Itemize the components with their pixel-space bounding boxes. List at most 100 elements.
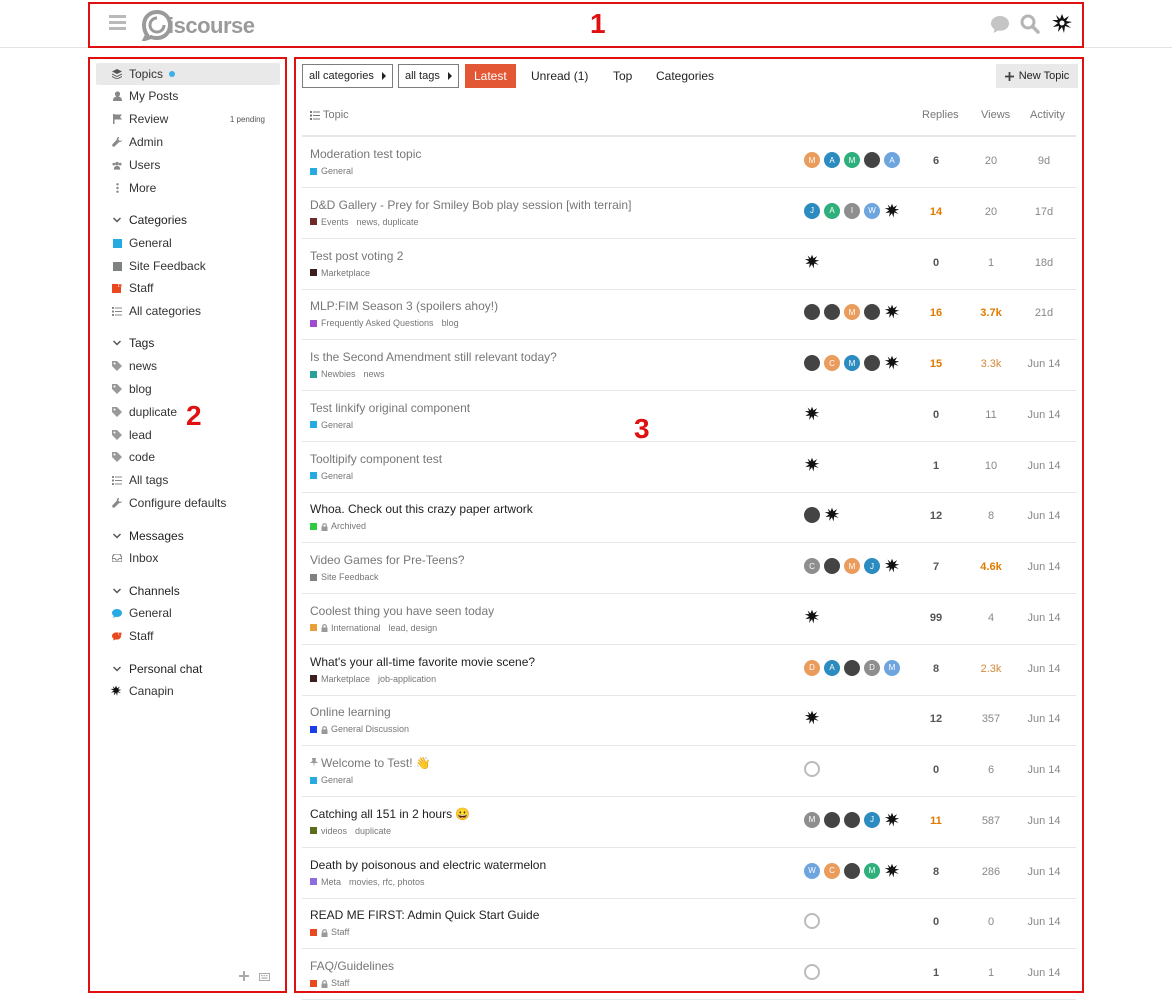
topic-replies-count[interactable]: 8 [916, 866, 956, 878]
topic-replies-count[interactable]: 0 [916, 409, 956, 421]
topic-category[interactable]: Site Feedback [310, 572, 379, 582]
poster-avatar[interactable] [844, 659, 860, 676]
chat-bubble-icon[interactable] [990, 14, 1010, 34]
poster-avatar[interactable] [824, 811, 840, 828]
topic-replies-count[interactable]: 6 [916, 155, 956, 167]
sidebar-section-categories[interactable]: Categories [96, 210, 280, 230]
topic-category[interactable]: Events news, duplicate [310, 217, 419, 227]
poster-avatar[interactable] [824, 507, 840, 523]
topic-category[interactable]: Marketplace job-application [310, 674, 436, 684]
poster-avatar[interactable]: D [804, 659, 820, 676]
topic-row[interactable]: Catching all 151 in 2 hours 😀 videos dupli… [302, 797, 1076, 848]
topic-row[interactable]: Test post voting 2 Marketplace 0 1 18d [302, 239, 1076, 290]
topic-category[interactable]: International lead, design [310, 623, 437, 633]
poster-avatar[interactable]: C [804, 558, 820, 574]
topic-title-link[interactable]: Whoa. Check out this crazy paper artwork [310, 502, 533, 516]
topic-category[interactable]: videos duplicate [310, 826, 391, 836]
sidebar-tag-code[interactable]: code [96, 446, 280, 468]
poster-avatar[interactable] [884, 304, 900, 320]
sidebar-item-topics[interactable]: Topics [96, 63, 280, 85]
poster-avatar[interactable]: M [804, 811, 820, 828]
topic-category[interactable]: General [310, 166, 353, 176]
poster-avatar[interactable] [864, 152, 880, 168]
topic-activity[interactable]: Jun 14 [1024, 612, 1064, 624]
topic-replies-count[interactable]: 11 [916, 815, 956, 827]
poster-avatar[interactable] [864, 355, 880, 371]
topic-activity[interactable]: Jun 14 [1024, 967, 1064, 979]
poster-avatar[interactable] [804, 761, 820, 777]
poster-avatar[interactable]: A [824, 152, 840, 168]
poster-avatar[interactable] [884, 355, 900, 371]
column-header-topic[interactable]: Topic [310, 109, 349, 121]
topic-replies-count[interactable]: 1 [916, 967, 956, 979]
topic-title-link[interactable]: Is the Second Amendment still relevant t… [310, 350, 557, 364]
topic-category[interactable]: Marketplace [310, 268, 370, 278]
topic-replies-count[interactable]: 12 [916, 510, 956, 522]
topic-replies-count[interactable]: 7 [916, 561, 956, 573]
poster-avatar[interactable] [824, 558, 840, 574]
poster-avatar[interactable]: W [864, 202, 880, 219]
sidebar-category-general[interactable]: General [96, 232, 280, 254]
topic-row[interactable]: Is the Second Amendment still relevant t… [302, 340, 1076, 391]
sidebar-channel-staff[interactable]: Staff [96, 625, 280, 647]
sidebar-tag-blog[interactable]: blog [96, 378, 280, 400]
topic-row[interactable]: MLP:FIM Season 3 (spoilers ahoy!) Frequen… [302, 289, 1076, 341]
poster-avatar[interactable] [824, 304, 840, 321]
topic-activity[interactable]: Jun 14 [1024, 815, 1064, 827]
tag-filter-dropdown[interactable]: all tags [398, 64, 459, 88]
poster-avatar[interactable]: M [804, 152, 820, 168]
sidebar-inbox[interactable]: Inbox [96, 547, 280, 569]
topic-title-link[interactable]: Moderation test topic [310, 147, 421, 161]
topic-title-link[interactable]: READ ME FIRST: Admin Quick Start Guide [310, 908, 539, 922]
topic-title-link[interactable]: Video Games for Pre-Teens? [310, 553, 465, 567]
add-section-icon[interactable] [239, 969, 249, 984]
poster-avatar[interactable] [804, 913, 820, 930]
topic-title-link[interactable]: Death by poisonous and electric watermel… [310, 858, 546, 872]
topic-replies-count[interactable]: 0 [916, 916, 956, 928]
hamburger-menu-icon[interactable] [109, 15, 126, 31]
topic-title-link[interactable]: What's your all-time favorite movie scen… [310, 655, 535, 669]
poster-avatar[interactable] [864, 304, 880, 321]
column-header-views[interactable]: Views [981, 109, 1010, 121]
topic-activity[interactable]: Jun 14 [1024, 409, 1064, 421]
sidebar-all-tags[interactable]: All tags [96, 469, 280, 491]
topic-row[interactable]: Whoa. Check out this crazy paper artwork… [302, 492, 1076, 544]
poster-avatar[interactable] [804, 964, 820, 980]
topic-replies-count[interactable]: 14 [916, 206, 956, 218]
topic-title-link[interactable]: Test linkify original component [310, 401, 470, 415]
topic-replies-count[interactable]: 0 [916, 764, 956, 776]
poster-avatar[interactable]: C [824, 355, 840, 371]
poster-avatar[interactable]: D [864, 659, 880, 676]
topic-activity[interactable]: Jun 14 [1024, 713, 1064, 725]
topic-title-link[interactable]: Test post voting 2 [310, 249, 403, 263]
topic-row[interactable]: Death by poisonous and electric watermel… [302, 848, 1076, 899]
sidebar-configure-defaults[interactable]: Configure defaults [96, 492, 280, 514]
topic-activity[interactable]: Jun 14 [1024, 510, 1064, 522]
poster-avatar[interactable] [804, 355, 820, 371]
poster-avatar[interactable] [884, 863, 900, 879]
sidebar-category-site-feedback[interactable]: Site Feedback [96, 255, 280, 277]
poster-avatar[interactable] [804, 304, 820, 321]
sidebar-item-users[interactable]: Users [96, 154, 280, 176]
new-topic-button[interactable]: New Topic [996, 64, 1078, 88]
topic-row[interactable]: Tooltipify component test General 1 10 Jun 1… [302, 442, 1076, 493]
poster-avatar[interactable]: A [884, 152, 900, 168]
poster-avatar[interactable] [804, 710, 820, 726]
sidebar-item-review[interactable]: Review 1 pending [96, 108, 280, 130]
sidebar-tag-news[interactable]: news [96, 355, 280, 377]
topic-row[interactable]: FAQ/Guidelines Staff 1 1 Jun 14 [302, 949, 1076, 1000]
topic-row[interactable]: D&D Gallery - Prey for Smiley Bob play s… [302, 188, 1076, 239]
tab-top[interactable]: Top [604, 64, 641, 88]
topic-category[interactable]: Frequently Asked Questions blog [310, 318, 459, 328]
user-avatar[interactable] [1051, 13, 1072, 33]
topic-row[interactable]: READ ME FIRST: Admin Quick Start Guide St… [302, 898, 1076, 950]
poster-avatar[interactable] [804, 406, 820, 422]
topic-title-link[interactable]: Online learning [310, 705, 391, 719]
poster-avatar[interactable]: M [844, 355, 860, 371]
topic-category[interactable]: Archived [310, 521, 366, 531]
sidebar-section-tags[interactable]: Tags [96, 333, 280, 353]
sidebar-dm-canapin[interactable]: Canapin [96, 680, 280, 702]
topic-activity[interactable]: Jun 14 [1024, 764, 1064, 776]
topic-activity[interactable]: 9d [1024, 155, 1064, 167]
poster-avatar[interactable]: W [804, 862, 820, 879]
